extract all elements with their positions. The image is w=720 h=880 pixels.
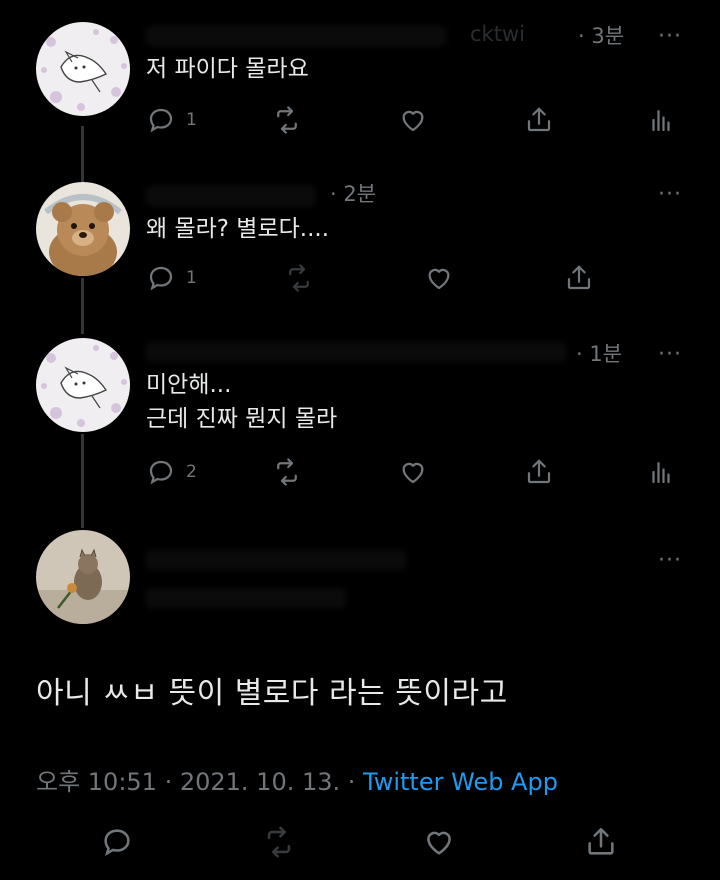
tweet-time[interactable]: · 3분 xyxy=(578,20,624,50)
reply-tweet[interactable]: cktwi · 3분 ··· 저 파이다 몰라요 1 xyxy=(0,0,720,160)
retweet-icon xyxy=(289,264,309,292)
reply-button[interactable] xyxy=(100,822,134,862)
avatar[interactable] xyxy=(36,530,130,624)
like-button[interactable] xyxy=(398,100,428,140)
main-tweet-actions xyxy=(0,822,720,866)
analytics-button[interactable] xyxy=(646,452,676,492)
author-name[interactable] xyxy=(146,186,316,206)
author-handle[interactable] xyxy=(146,588,346,608)
main-tweet-text: 아니 ㅆㅂ 뜻이 별로다 라는 뜻이라고 xyxy=(36,676,508,711)
reply-button[interactable]: 2 xyxy=(146,452,197,492)
heart-icon xyxy=(428,268,450,290)
heart-icon xyxy=(427,831,451,855)
tweet-text: 저 파이다 몰라요 xyxy=(146,56,309,82)
handle-fragment[interactable]: cktwi xyxy=(470,22,525,46)
share-icon xyxy=(567,265,591,290)
tweet-text: 미안해... 근데 진짜 뭔지 몰라 xyxy=(146,372,338,432)
retweet-button[interactable] xyxy=(272,100,302,140)
tweet-source-link[interactable]: Twitter Web App xyxy=(363,768,558,796)
reply-button[interactable]: 1 xyxy=(146,258,197,298)
tweet-actions: 1 xyxy=(0,258,720,298)
retweet-icon xyxy=(277,458,297,486)
reply-count: 1 xyxy=(186,268,197,288)
tweet-actions: 1 xyxy=(0,100,720,140)
retweet-button[interactable] xyxy=(284,258,314,298)
heart-icon xyxy=(402,110,424,132)
reply-icon xyxy=(104,829,130,856)
tweet-timestamp: 오후 10:51 · 2021. 10. 13. · Twitter Web A… xyxy=(36,762,558,797)
retweet-icon xyxy=(267,826,291,858)
reply-icon xyxy=(149,460,173,485)
reply-count: 1 xyxy=(186,110,197,130)
avatar[interactable] xyxy=(36,338,130,432)
share-button[interactable] xyxy=(524,100,554,140)
reply-count: 2 xyxy=(186,462,197,482)
author-name[interactable] xyxy=(146,342,566,362)
author-name[interactable] xyxy=(146,550,406,570)
reply-icon xyxy=(149,108,173,133)
share-icon xyxy=(588,827,614,855)
more-icon[interactable]: ··· xyxy=(658,344,682,366)
share-icon xyxy=(527,107,551,132)
tweet-time[interactable]: · 1분 xyxy=(576,338,622,368)
share-button[interactable] xyxy=(584,822,618,862)
more-icon[interactable]: ··· xyxy=(658,550,682,572)
heart-icon xyxy=(402,462,424,484)
tweet-datetime[interactable]: 오후 10:51 · 2021. 10. 13. · xyxy=(36,768,363,796)
share-button[interactable] xyxy=(564,258,594,298)
reply-icon xyxy=(149,266,173,291)
tweet-text: 왜 몰라? 별로다.... xyxy=(146,216,330,242)
author-name[interactable] xyxy=(146,26,446,46)
like-button[interactable] xyxy=(422,822,456,862)
share-icon xyxy=(527,459,551,484)
analytics-icon xyxy=(652,110,670,132)
share-button[interactable] xyxy=(524,452,554,492)
like-button[interactable] xyxy=(398,452,428,492)
reply-tweet[interactable]: · 1분 ··· 미안해... 근데 진짜 뭔지 몰라 2 xyxy=(0,320,720,520)
reply-button[interactable]: 1 xyxy=(146,100,197,140)
more-icon[interactable]: ··· xyxy=(658,26,682,48)
like-button[interactable] xyxy=(424,258,454,298)
analytics-button[interactable] xyxy=(646,100,676,140)
tweet-time[interactable]: · 2분 xyxy=(330,178,376,208)
analytics-icon xyxy=(652,462,670,484)
retweet-icon xyxy=(277,106,297,134)
retweet-button[interactable] xyxy=(272,452,302,492)
reply-tweet[interactable]: · 2분 ··· 왜 몰라? 별로다.... 1 xyxy=(0,160,720,320)
retweet-button[interactable] xyxy=(262,822,296,862)
tweet-actions: 2 xyxy=(0,452,720,492)
more-icon[interactable]: ··· xyxy=(658,184,682,206)
